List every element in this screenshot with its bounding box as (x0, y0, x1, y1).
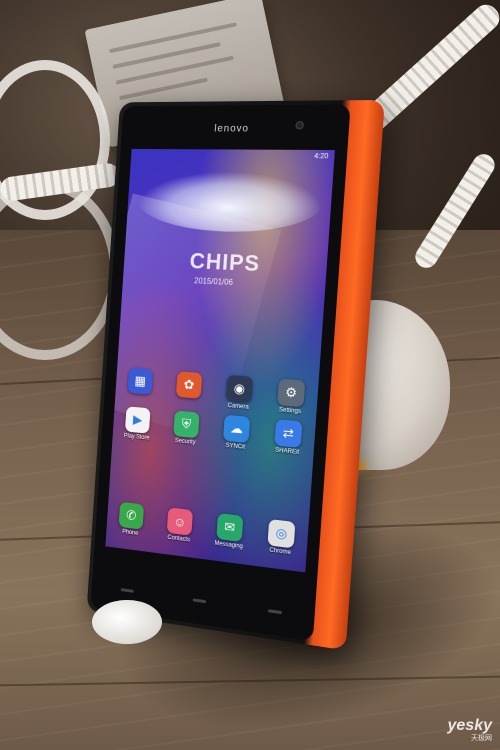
app-label: Contacts (167, 534, 191, 544)
messaging-icon: ✉ (216, 513, 244, 542)
app-label: Camera (227, 402, 249, 411)
phone-screen[interactable]: 4:20 CHIPS 2015/01/06 ▦ ✿ ◉ Camera ⚙ Settings… (105, 148, 335, 573)
date-widget: 2015/01/06 (193, 276, 234, 287)
app-dock: ✆ Phone ☺ Contacts ✉ Messaging ◎ Chrome (106, 500, 308, 558)
gear-icon: ⚙ (277, 378, 306, 408)
app-icon-tile-7[interactable]: ⇄ SHAREit (261, 418, 316, 457)
app-label: Messaging (214, 540, 243, 551)
dock-app-1[interactable]: ☺ Contacts (154, 506, 205, 545)
status-bar-time: 4:20 (313, 153, 329, 161)
watermark-subtitle: 天极网 (471, 735, 492, 742)
share-icon: ⇄ (274, 419, 303, 448)
app-icon-tile-6[interactable]: ☁ SYNCit (210, 414, 263, 453)
phone-clamp (92, 600, 162, 644)
app-label: Play Store (123, 433, 150, 442)
phone-icon: ✆ (118, 501, 145, 530)
dock-app-0[interactable]: ✆ Phone (106, 500, 156, 539)
app-icon-tile-5[interactable]: ⛨ Security (160, 409, 212, 447)
back-key[interactable] (120, 588, 134, 593)
app-icon-tile-1[interactable]: ✿ (163, 370, 215, 407)
app-icon-tile-0[interactable]: ▦ (115, 367, 165, 404)
app-label: Chrome (269, 547, 292, 557)
shield-icon: ⛨ (173, 410, 200, 439)
gallery-icon: ✿ (175, 371, 203, 399)
menu-key[interactable] (268, 609, 283, 615)
chrome-icon: ◎ (267, 519, 296, 549)
app-icon-tile-4[interactable]: ▶ Play Store (113, 405, 163, 442)
play-store-icon: ▶ (124, 406, 151, 434)
phone-front-panel: lenovo 4:20 CHIPS 2015/01/06 ▦ ✿ ◉ Camera ⚙ S… (90, 104, 351, 642)
folder-icon: ▦ (127, 367, 154, 395)
app-label: Security (174, 438, 196, 446)
dock-app-3[interactable]: ◎ Chrome (254, 518, 309, 559)
brand-logo: lenovo (213, 123, 250, 135)
contacts-icon: ☺ (166, 507, 194, 536)
app-icon-tile-3[interactable]: ⚙ Settings (264, 378, 319, 417)
photo-scene: lenovo 4:20 CHIPS 2015/01/06 ▦ ✿ ◉ Camera ⚙ S… (0, 0, 500, 750)
app-label: Phone (121, 529, 139, 537)
clock-widget: CHIPS (188, 248, 261, 277)
app-grid: ▦ ✿ ◉ Camera ⚙ Settings ▶ Play Store ⛨ Security ☁ S… (113, 367, 319, 458)
watermark-logo: yesky (447, 717, 493, 734)
watermark: yesky 天极网 (447, 717, 493, 743)
app-label: SHAREit (274, 447, 300, 456)
app-label: Settings (278, 407, 302, 416)
smartphone: lenovo 4:20 CHIPS 2015/01/06 ▦ ✿ ◉ Camera ⚙ S… (86, 99, 385, 651)
dock-app-2[interactable]: ✉ Messaging (203, 512, 256, 552)
cloud-icon: ☁ (222, 414, 251, 444)
app-label: SYNCit (225, 442, 246, 451)
home-key[interactable] (192, 598, 207, 604)
camera-icon: ◉ (225, 374, 254, 403)
app-icon-tile-2[interactable]: ◉ Camera (213, 374, 266, 412)
